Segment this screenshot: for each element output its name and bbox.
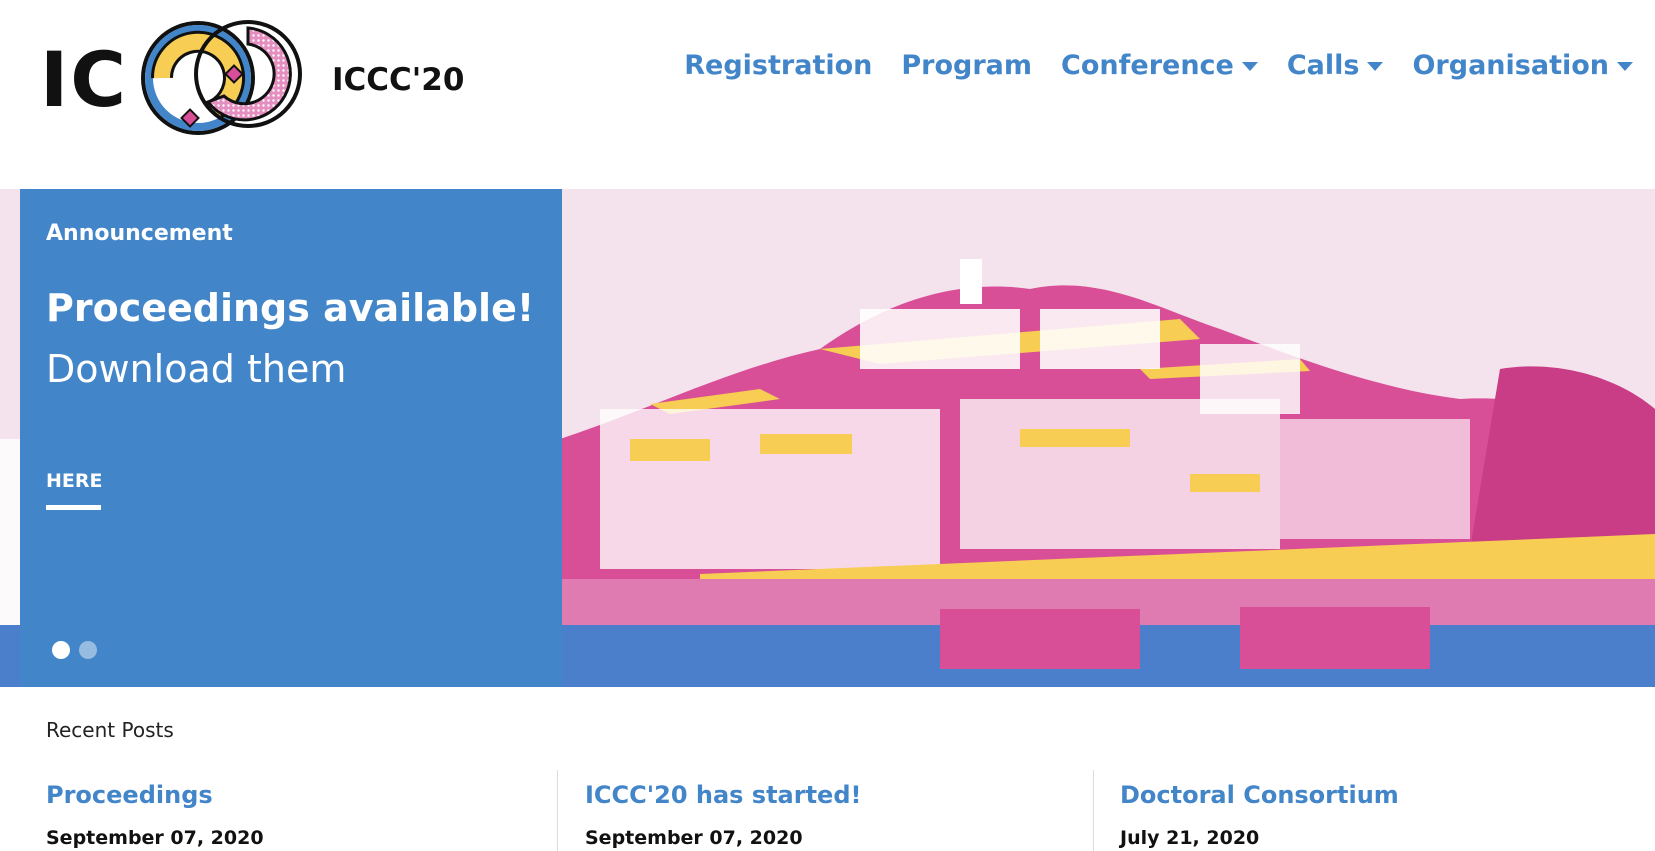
nav-registration[interactable]: Registration bbox=[684, 50, 872, 81]
carousel-dot-1[interactable] bbox=[52, 641, 70, 659]
nav-program-label: Program bbox=[901, 50, 1033, 81]
nav-conference-dropdown[interactable]: Conference bbox=[1061, 50, 1258, 81]
caret-down-icon bbox=[1617, 62, 1633, 71]
caret-down-icon bbox=[1367, 62, 1384, 71]
nav-conference-label: Conference bbox=[1061, 50, 1234, 81]
logo-letters: IC bbox=[40, 35, 129, 124]
nav-program[interactable]: Program bbox=[901, 50, 1032, 81]
post-title-link[interactable]: Doctoral Consortium bbox=[1120, 781, 1399, 809]
site-header: IC ICCC'20 Registration Program Conferen… bbox=[0, 0, 1655, 189]
post-date: September 07, 2020 bbox=[46, 827, 264, 849]
post-card: Doctoral Consortium July 21, 2020 bbox=[1120, 764, 1590, 851]
post-title-link[interactable]: Proceedings bbox=[46, 781, 213, 809]
caret-down-icon bbox=[1241, 62, 1258, 71]
carousel-dot-2[interactable] bbox=[79, 641, 97, 659]
nav-organisation-label: Organisation bbox=[1412, 50, 1609, 81]
announcement-panel: Announcement Proceedings available! Down… bbox=[20, 189, 562, 687]
site-logo[interactable]: IC ICCC'20 bbox=[40, 18, 464, 140]
main-navigation: Registration Program Conference Calls Or… bbox=[684, 50, 1633, 81]
nav-calls-dropdown[interactable]: Calls bbox=[1287, 50, 1384, 81]
recent-posts-list: Proceedings September 07, 2020 ICCC'20 h… bbox=[0, 764, 1655, 851]
proceedings-link[interactable]: HERE bbox=[46, 470, 103, 492]
logo-mark-icon bbox=[141, 20, 302, 135]
nav-organisation-dropdown[interactable]: Organisation bbox=[1412, 50, 1633, 81]
post-divider bbox=[557, 770, 558, 851]
hero-title: Proceedings available! bbox=[46, 286, 535, 330]
hero-carousel: Announcement Proceedings available! Down… bbox=[0, 189, 1655, 687]
nav-registration-label: Registration bbox=[684, 50, 873, 81]
post-card: Proceedings September 07, 2020 bbox=[46, 764, 536, 851]
post-card: ICCC'20 has started! September 07, 2020 bbox=[585, 764, 1055, 851]
post-divider bbox=[1093, 770, 1094, 851]
recent-posts-heading: Recent Posts bbox=[46, 718, 174, 742]
carousel-indicators bbox=[52, 641, 97, 659]
nav-calls-label: Calls bbox=[1286, 50, 1360, 81]
logo-wordmark: ICCC'20 bbox=[332, 62, 465, 98]
hero-subtitle: Download them bbox=[46, 347, 347, 391]
post-date: July 21, 2020 bbox=[1120, 827, 1260, 849]
link-underline bbox=[46, 505, 101, 510]
announcement-label: Announcement bbox=[46, 221, 233, 246]
post-title-link[interactable]: ICCC'20 has started! bbox=[585, 781, 861, 809]
post-date: September 07, 2020 bbox=[585, 827, 803, 849]
